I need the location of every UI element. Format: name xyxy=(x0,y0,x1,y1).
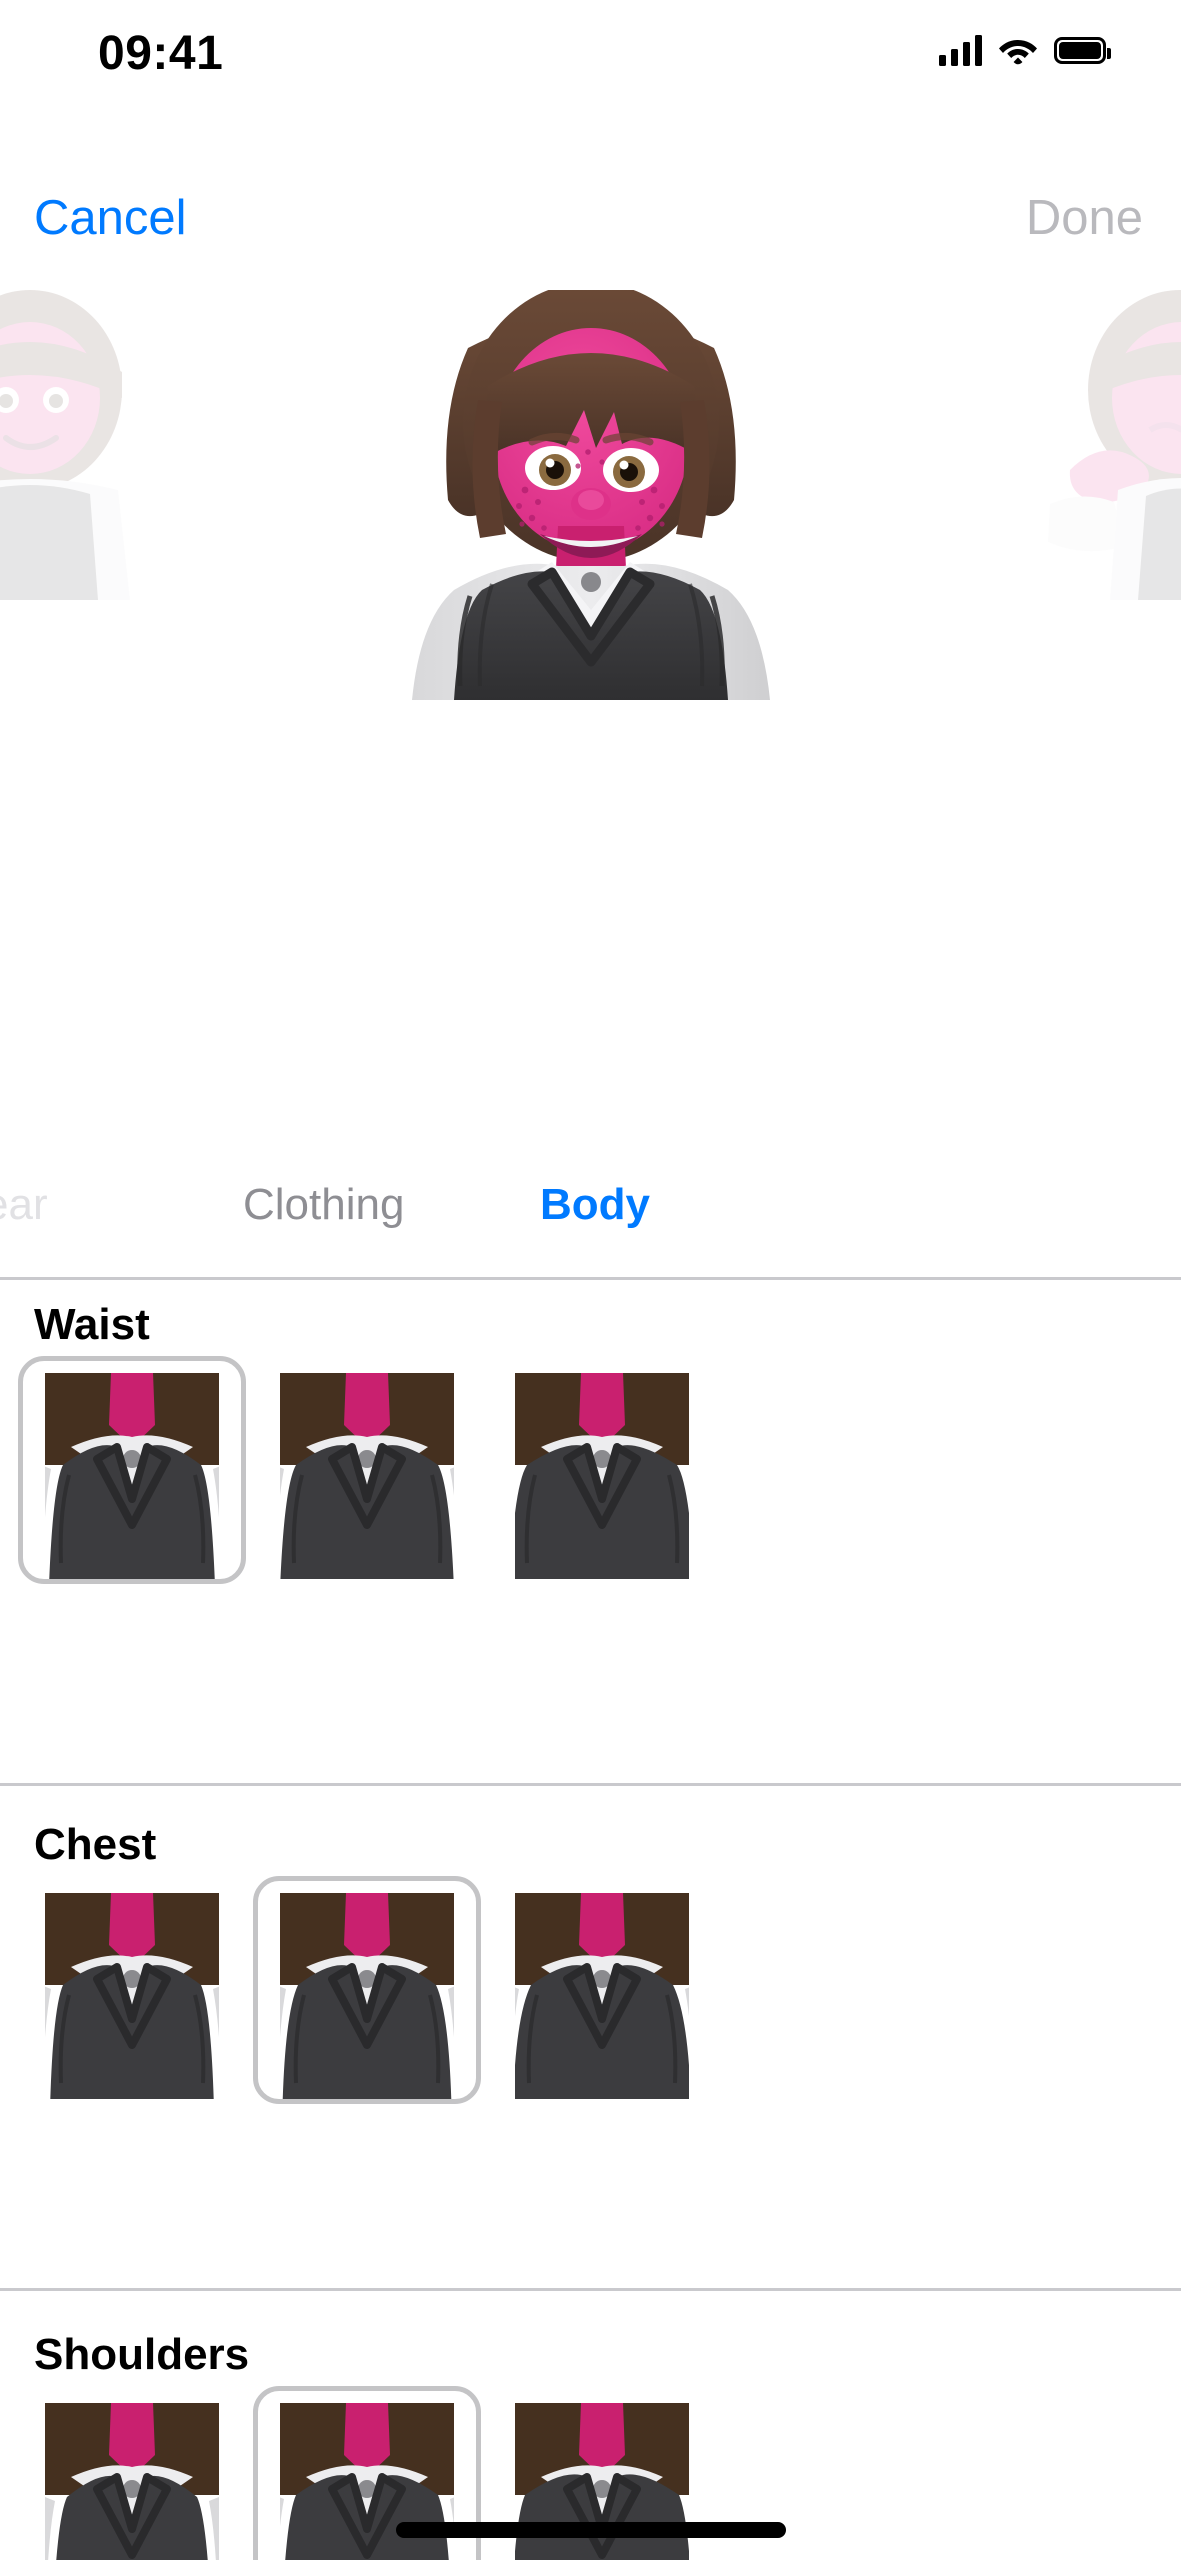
avatar-carousel[interactable] xyxy=(0,290,1181,700)
done-button[interactable]: Done xyxy=(1026,190,1143,246)
avatar-preview-current[interactable] xyxy=(222,290,960,700)
divider-tabbar xyxy=(0,1277,1181,1280)
chest-thumb-art-1 xyxy=(45,1893,219,2099)
chest-option-2[interactable] xyxy=(253,1876,481,2104)
shoulders-option-1[interactable] xyxy=(18,2386,246,2560)
waist-thumb-art-3 xyxy=(515,1373,689,1579)
home-indicator[interactable] xyxy=(395,2522,786,2538)
tab-clothing[interactable]: Clothing xyxy=(243,1180,404,1230)
waist-thumb-art-1 xyxy=(45,1373,219,1579)
shoulders-thumb-art-1 xyxy=(45,2403,219,2560)
status-bar: 09:41 xyxy=(0,0,1181,110)
section-title-shoulders: Shoulders xyxy=(34,2330,250,2379)
avatar-artwork xyxy=(412,290,770,700)
status-bar-indicators xyxy=(939,34,1111,66)
category-tab-bar[interactable]: ear Clothing Body xyxy=(0,1180,1181,1276)
wifi-icon xyxy=(998,35,1038,65)
waist-thumb-art-2 xyxy=(280,1373,454,1579)
waist-option-2[interactable] xyxy=(253,1356,481,1584)
chest-option-1[interactable] xyxy=(18,1876,246,2104)
section-title-chest: Chest xyxy=(34,1820,157,1869)
chest-option-3[interactable] xyxy=(488,1876,716,2104)
status-bar-time: 09:41 xyxy=(98,27,224,80)
waist-option-3[interactable] xyxy=(488,1356,716,1584)
avatar-preview-previous[interactable] xyxy=(0,290,230,600)
navigation-bar: Cancel Done xyxy=(0,178,1181,274)
cellular-bars-icon xyxy=(939,34,982,66)
divider-chest xyxy=(0,2288,1181,2291)
cancel-button[interactable]: Cancel xyxy=(34,190,187,246)
memoji-editor-screen: 09:41 Cancel Done ar Clothing Body Waist… xyxy=(0,0,1181,2560)
chest-thumb-art-3 xyxy=(515,1893,689,2099)
divider-waist xyxy=(0,1783,1181,1786)
avatar-preview-next[interactable] xyxy=(950,290,1181,600)
tab-headwear[interactable]: ear xyxy=(0,1180,48,1230)
section-title-waist: Waist xyxy=(34,1300,150,1349)
tab-body[interactable]: Body xyxy=(540,1180,650,1230)
battery-full-icon xyxy=(1054,36,1111,64)
waist-option-1[interactable] xyxy=(18,1356,246,1584)
chest-thumb-art-2 xyxy=(280,1893,454,2099)
